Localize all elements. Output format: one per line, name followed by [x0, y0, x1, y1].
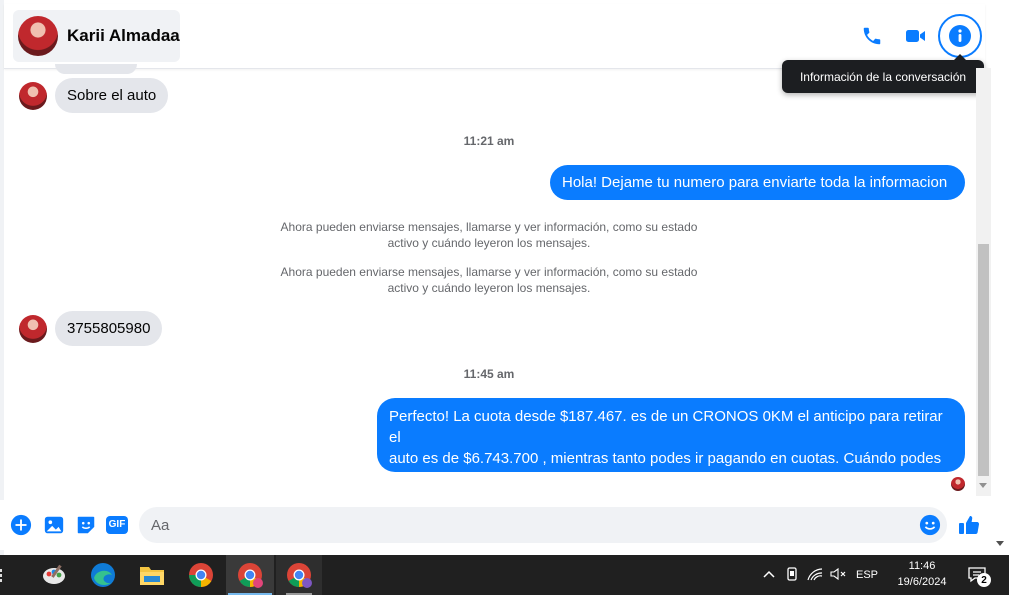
system-notice: Ahora pueden enviarse mensajes, llamarse…	[0, 264, 978, 296]
timestamp: 11:45 am	[463, 367, 515, 381]
emoji-icon[interactable]	[918, 513, 942, 537]
system-tray: ESP	[763, 555, 878, 595]
sender-avatar	[19, 314, 47, 343]
chat-scrollbar[interactable]	[976, 68, 991, 496]
system-notice-line: activo y cuándo leyeron los mensajes.	[387, 281, 591, 295]
system-notice-line: activo y cuándo leyeron los mensajes.	[387, 236, 591, 250]
notification-icon[interactable]: 2	[964, 559, 992, 591]
file-explorer-icon[interactable]	[136, 559, 168, 591]
image-icon[interactable]	[42, 513, 66, 537]
message-input-container	[139, 507, 947, 543]
outgoing-message[interactable]: Perfecto! La cuota desde $187.467. es de…	[377, 398, 965, 488]
page-scroll-down-arrow[interactable]	[996, 541, 1004, 546]
chrome-incognito-icon[interactable]	[283, 559, 315, 591]
chevron-up-icon[interactable]	[763, 569, 775, 581]
message-line: auto es de $6.743.700 , mientras tanto p…	[389, 450, 942, 467]
seen-indicator-avatar	[951, 477, 965, 491]
tooltip: Información de la conversación	[782, 54, 984, 93]
gif-icon[interactable]: GIF	[105, 513, 129, 537]
chrome-profile-icon[interactable]	[234, 559, 266, 591]
incoming-message: Sobre el auto	[19, 78, 169, 113]
system-notice-line: Ahora pueden enviarse mensajes, llamarse…	[280, 265, 698, 279]
wifi-icon[interactable]	[807, 567, 823, 584]
paint-app-icon[interactable]	[38, 559, 70, 591]
phone-icon[interactable]	[854, 18, 890, 54]
message-bubble[interactable]: 3755805980	[55, 311, 163, 346]
outgoing-message[interactable]: Hola! Dejame tu numero para enviarte tod…	[550, 165, 965, 200]
sticker-icon[interactable]	[74, 513, 98, 537]
clock-time: 11:46	[908, 560, 936, 572]
thumbs-up-icon[interactable]	[957, 513, 981, 537]
scroll-down-arrow[interactable]	[979, 483, 987, 488]
system-notice: Ahora pueden enviarse mensajes, llamarse…	[0, 219, 978, 251]
sender-avatar	[19, 81, 47, 110]
windows-taskbar: ESP 11:46 19/6/2024 2	[0, 555, 1009, 595]
edge-browser-icon[interactable]	[87, 559, 119, 591]
message-line: hablar? A la mañana o a la tarde?	[389, 471, 614, 488]
system-notice-line: Ahora pueden enviarse mensajes, llamarse…	[280, 220, 698, 234]
device-icon[interactable]	[786, 566, 798, 584]
info-icon	[949, 25, 971, 47]
notification-badge: 2	[977, 573, 991, 587]
message-input[interactable]	[139, 507, 923, 543]
partial-message-bubble	[55, 64, 137, 74]
gif-label: GIF	[105, 516, 129, 534]
contact-name: Karii Almadaa	[67, 26, 180, 45]
conversation-info-button[interactable]	[938, 14, 982, 58]
scrollbar-thumb[interactable]	[978, 244, 989, 476]
add-icon[interactable]	[9, 513, 33, 537]
contact-button[interactable]: Karii Almadaa	[13, 10, 180, 62]
video-icon[interactable]	[898, 18, 934, 54]
message-composer: GIF	[0, 500, 991, 550]
contact-avatar	[18, 16, 58, 56]
task-view-icon[interactable]	[0, 559, 12, 591]
volume-muted-icon[interactable]	[830, 567, 846, 584]
chrome-icon[interactable]	[185, 559, 217, 591]
language-indicator[interactable]: ESP	[856, 569, 878, 581]
page-scrollbar[interactable]	[991, 0, 1009, 555]
message-line: Perfecto! La cuota desde $187.467. es de…	[389, 408, 943, 446]
clock-date: 19/6/2024	[897, 576, 947, 588]
timestamp: 11:21 am	[463, 134, 515, 148]
incoming-message: 3755805980	[19, 311, 163, 346]
taskbar-clock[interactable]: 11:46 19/6/2024	[891, 558, 953, 590]
message-bubble[interactable]: Sobre el auto	[55, 78, 169, 113]
